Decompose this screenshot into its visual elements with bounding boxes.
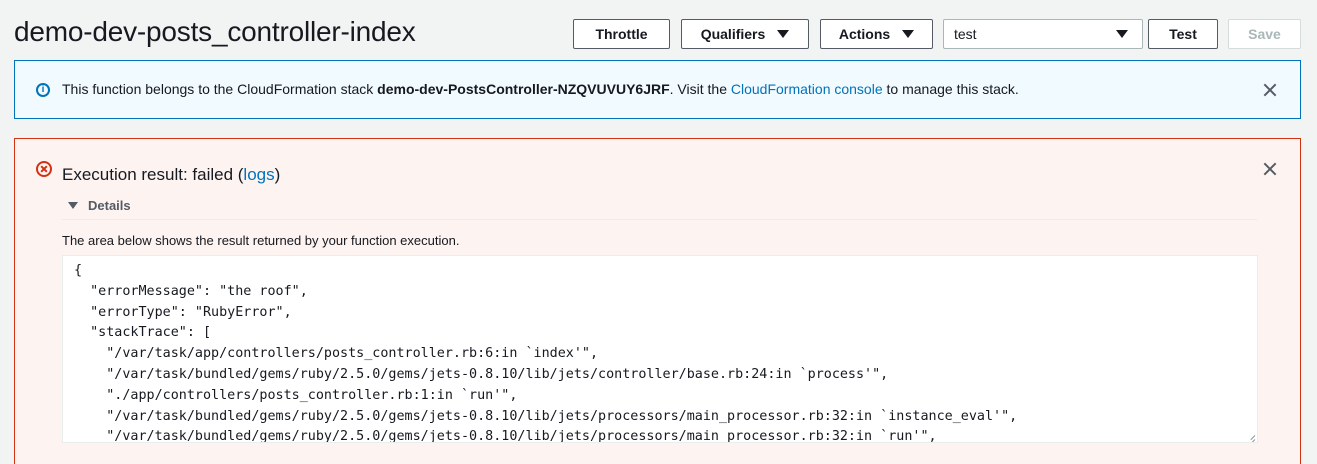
result-description: The area below shows the result returned…	[62, 233, 460, 248]
result-line: "errorMessage": "the roof",	[74, 283, 308, 299]
close-icon[interactable]	[1262, 82, 1278, 98]
result-line: "errorType": "RubyError",	[74, 304, 292, 320]
details-toggle[interactable]: Details	[68, 196, 131, 214]
error-circle-icon	[36, 161, 52, 177]
test-event-selected-value: test	[954, 26, 977, 42]
execution-result-prefix: Execution result: failed (	[62, 165, 244, 184]
execution-result-code: { "errorMessage": "the roof", "errorType…	[74, 261, 1018, 443]
caret-down-icon	[777, 30, 790, 38]
info-icon: i	[36, 83, 50, 97]
caret-down-icon	[68, 201, 78, 209]
qualifiers-dropdown[interactable]: Qualifiers	[681, 19, 809, 49]
cloudformation-console-link[interactable]: CloudFormation console	[731, 81, 883, 97]
caret-down-icon	[902, 30, 915, 38]
cloudformation-info-banner: i This function belongs to the CloudForm…	[14, 60, 1301, 119]
test-button-label: Test	[1169, 26, 1197, 42]
result-line: "/var/task/bundled/gems/ruby/2.5.0/gems/…	[74, 408, 1018, 424]
execution-result-panel: Execution result: failed (logs) Details …	[14, 138, 1301, 464]
execution-result-suffix: )	[274, 165, 281, 184]
result-line: "/var/task/bundled/gems/ruby/2.5.0/gems/…	[74, 429, 937, 443]
qualifiers-dropdown-label: Qualifiers	[700, 26, 766, 42]
page-header: demo-dev-posts_controller-index Throttle…	[0, 0, 1317, 62]
result-line: "/var/task/bundled/gems/ruby/2.5.0/gems/…	[74, 366, 889, 382]
close-icon[interactable]	[1262, 161, 1278, 177]
execution-result-textarea[interactable]: { "errorMessage": "the roof", "errorType…	[62, 255, 1258, 443]
execution-result-title: Execution result: failed (logs)	[62, 165, 280, 185]
caret-down-icon	[1116, 30, 1128, 38]
save-button[interactable]: Save	[1228, 19, 1301, 49]
throttle-button[interactable]: Throttle	[573, 19, 670, 49]
info-text-middle: . Visit the	[669, 81, 731, 97]
page-title: demo-dev-posts_controller-index	[14, 16, 416, 47]
info-text-before: This function belongs to the CloudFormat…	[62, 81, 378, 97]
info-banner-message: This function belongs to the CloudFormat…	[62, 81, 1019, 97]
logs-link[interactable]: logs	[243, 165, 274, 184]
save-button-label: Save	[1248, 26, 1281, 42]
actions-dropdown[interactable]: Actions	[820, 19, 933, 49]
result-line: "/var/task/app/controllers/posts_control…	[74, 346, 599, 362]
throttle-button-label: Throttle	[595, 26, 648, 42]
result-line: "stackTrace": [	[74, 325, 212, 341]
result-line: "./app/controllers/posts_controller.rb:1…	[74, 387, 518, 403]
info-text-after: to manage this stack.	[882, 81, 1019, 97]
stack-name: demo-dev-PostsController-NZQVUVUY6JRF	[377, 81, 670, 97]
result-line: {	[74, 263, 83, 278]
details-label: Details	[88, 197, 131, 213]
actions-dropdown-label: Actions	[838, 26, 891, 42]
resize-grip-icon[interactable]	[1246, 431, 1255, 440]
divider	[62, 219, 1257, 220]
test-event-select[interactable]: test	[943, 19, 1143, 49]
test-button[interactable]: Test	[1148, 19, 1218, 49]
